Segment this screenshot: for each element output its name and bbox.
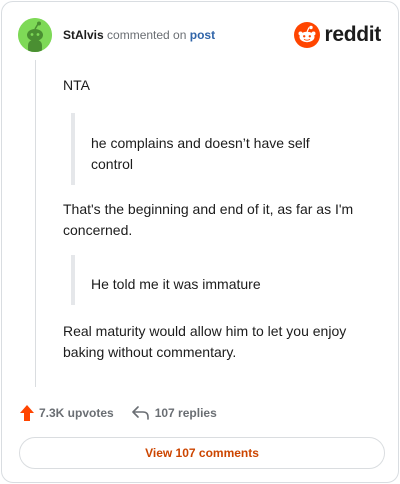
blockquote: he complains and doesn’t have self contr… [71,113,371,185]
post-link[interactable]: post [190,28,215,42]
upvote-arrow-icon [20,405,34,421]
upvote-button[interactable]: 7.3K upvotes [20,405,114,421]
comment-stats: 7.3K upvotes 107 replies [20,404,217,422]
reply-count: 107 replies [154,406,217,420]
action-text: commented on [107,28,187,42]
reddit-logo-icon [294,22,321,48]
thread-line[interactable] [35,60,36,387]
comment-header: StAlvis commented on post reddit [18,18,382,52]
upvote-count: 7.3K upvotes [39,406,114,420]
quote-text: he complains and doesn’t have self contr… [91,135,310,172]
reddit-wordmark: reddit [324,23,381,46]
username-link[interactable]: StAlvis [63,28,104,42]
comment-meta: StAlvis commented on post [63,27,215,43]
comment-card: StAlvis commented on post reddit NTA he … [1,1,399,483]
quote-text: He told me it was immature [91,276,261,292]
blockquote: He told me it was immature [71,255,371,305]
reply-arrow-icon [131,406,150,420]
comment-paragraph: NTA [63,77,90,93]
reddit-logo[interactable]: reddit [294,22,381,48]
snoo-avatar-icon[interactable] [18,18,52,52]
comment-paragraph: That's the beginning and end of it, as f… [63,201,354,238]
comment-paragraph: Real maturity would allow him to let you… [63,323,347,360]
replies-button[interactable]: 107 replies [131,406,217,420]
view-comments-button[interactable]: View 107 comments [19,437,385,469]
